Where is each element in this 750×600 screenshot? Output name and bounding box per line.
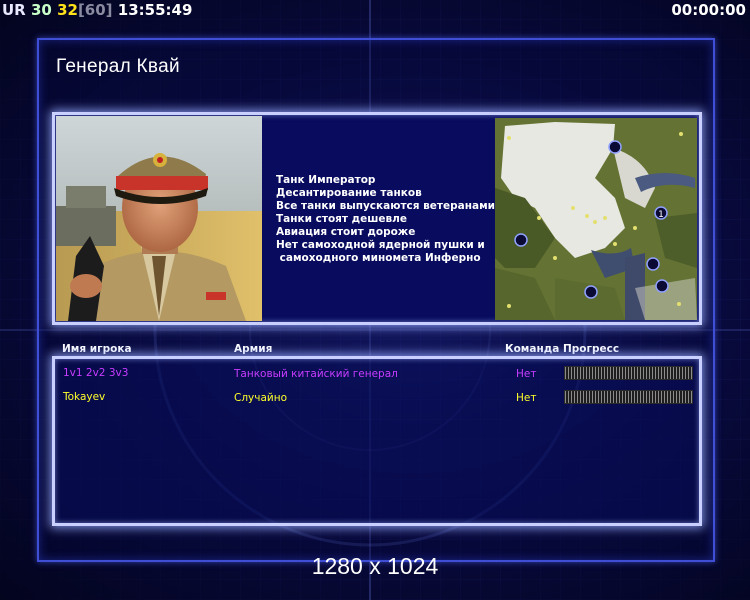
column-header-player: Имя игрока <box>62 343 132 355</box>
player-load-progress <box>564 366 693 380</box>
hud-fps-cap: [60] <box>77 1 113 19</box>
resolution-label: 1280 x 1024 <box>311 553 439 579</box>
bonus-item: Нет самоходной ядерной пушки и <box>276 239 485 251</box>
hud-ur-label: UR <box>2 1 26 19</box>
general-portrait <box>56 116 262 321</box>
bonus-item: Все танки выпускаются ветеранами <box>276 200 496 212</box>
player-name: 1v1 2v2 3v3 <box>63 367 129 379</box>
game-timer: 00:00:00 <box>671 1 746 19</box>
general-title: Генерал Квай <box>56 56 180 77</box>
hud-fps-readout: UR 30 32[60] 13:55:49 <box>2 0 192 20</box>
bonus-item: Танк Император <box>276 174 376 186</box>
column-header-army: Армия <box>234 343 273 355</box>
player-army: Случайно <box>234 392 288 404</box>
player-name: Tokayev <box>63 391 106 403</box>
players-list-panel <box>52 356 702 526</box>
general-bonus-list: Танк Император Десантирование танков Все… <box>276 174 495 265</box>
player-load-progress <box>564 390 693 404</box>
map-start-label: 1 <box>658 210 664 220</box>
player-team: Нет <box>516 392 537 404</box>
bonus-item: Десантирование танков <box>276 187 422 199</box>
hud-fps: 30 <box>30 1 52 19</box>
bonus-item: Авиация стоит дороже <box>276 226 416 238</box>
hud-clock: 13:55:49 <box>117 1 193 19</box>
map-preview: 1 <box>495 118 697 320</box>
bonus-item: Танки стоят дешевле <box>276 213 407 225</box>
column-header-team: Команда <box>505 343 560 355</box>
bonus-item: самоходного миномета Инферно <box>276 252 481 264</box>
hud-current-fps: 32 <box>57 1 78 19</box>
player-army: Танковый китайский генерал <box>234 368 398 380</box>
column-header-progress: Прогресс <box>563 343 620 355</box>
player-team: Нет <box>516 368 537 380</box>
